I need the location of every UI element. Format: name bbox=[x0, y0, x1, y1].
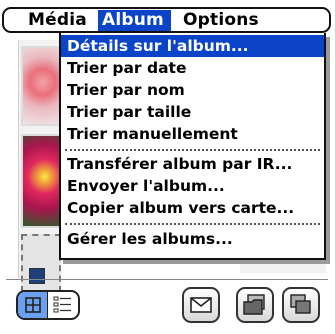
menu-album[interactable]: Album bbox=[98, 10, 171, 31]
thumbnail-panel bbox=[18, 40, 61, 292]
menu-item-album-details[interactable]: Détails sur l'album... bbox=[61, 35, 324, 57]
bottom-divider bbox=[6, 279, 328, 280]
thumbnail-video[interactable] bbox=[21, 234, 61, 292]
menu-bar: Média Album Options bbox=[2, 7, 331, 33]
film-icon bbox=[29, 268, 45, 284]
album-menu-dropdown: Détails sur l'album... Trier par date Tr… bbox=[59, 33, 326, 260]
menu-item-sort-by-size[interactable]: Trier par taille bbox=[61, 101, 324, 123]
menu-item-copy-album-to-card[interactable]: Copier album vers carte... bbox=[61, 197, 324, 219]
menu-separator bbox=[65, 149, 320, 151]
list-view-icon bbox=[53, 296, 71, 313]
send-mail-button[interactable] bbox=[182, 287, 220, 323]
menu-item-manage-albums[interactable]: Gérer les albums... bbox=[61, 228, 324, 250]
thumbnail-rose-photo[interactable] bbox=[21, 46, 61, 126]
menu-item-send-album[interactable]: Envoyer l'album... bbox=[61, 175, 324, 197]
menu-item-sort-by-date[interactable]: Trier par date bbox=[61, 57, 324, 79]
copy-icon bbox=[290, 294, 311, 314]
menu-item-sort-by-name[interactable]: Trier par nom bbox=[61, 79, 324, 101]
menu-media[interactable]: Média bbox=[24, 10, 91, 31]
album-folder-button[interactable] bbox=[236, 287, 274, 323]
list-view-button[interactable] bbox=[49, 292, 78, 318]
thumbnail-view-icon bbox=[25, 297, 41, 313]
menu-item-sort-manually[interactable]: Trier manuellement bbox=[61, 123, 324, 145]
menu-separator bbox=[65, 223, 320, 225]
thumbnail-view-button[interactable] bbox=[18, 292, 48, 318]
folder-icon bbox=[243, 294, 265, 315]
thumbnail-flower-photo[interactable] bbox=[21, 134, 61, 228]
mail-icon bbox=[190, 297, 212, 313]
menu-item-beam-album-ir[interactable]: Transférer album par IR... bbox=[61, 153, 324, 175]
copy-button[interactable] bbox=[282, 287, 320, 323]
menu-options[interactable]: Options bbox=[179, 10, 263, 31]
view-mode-toggle bbox=[16, 290, 80, 320]
